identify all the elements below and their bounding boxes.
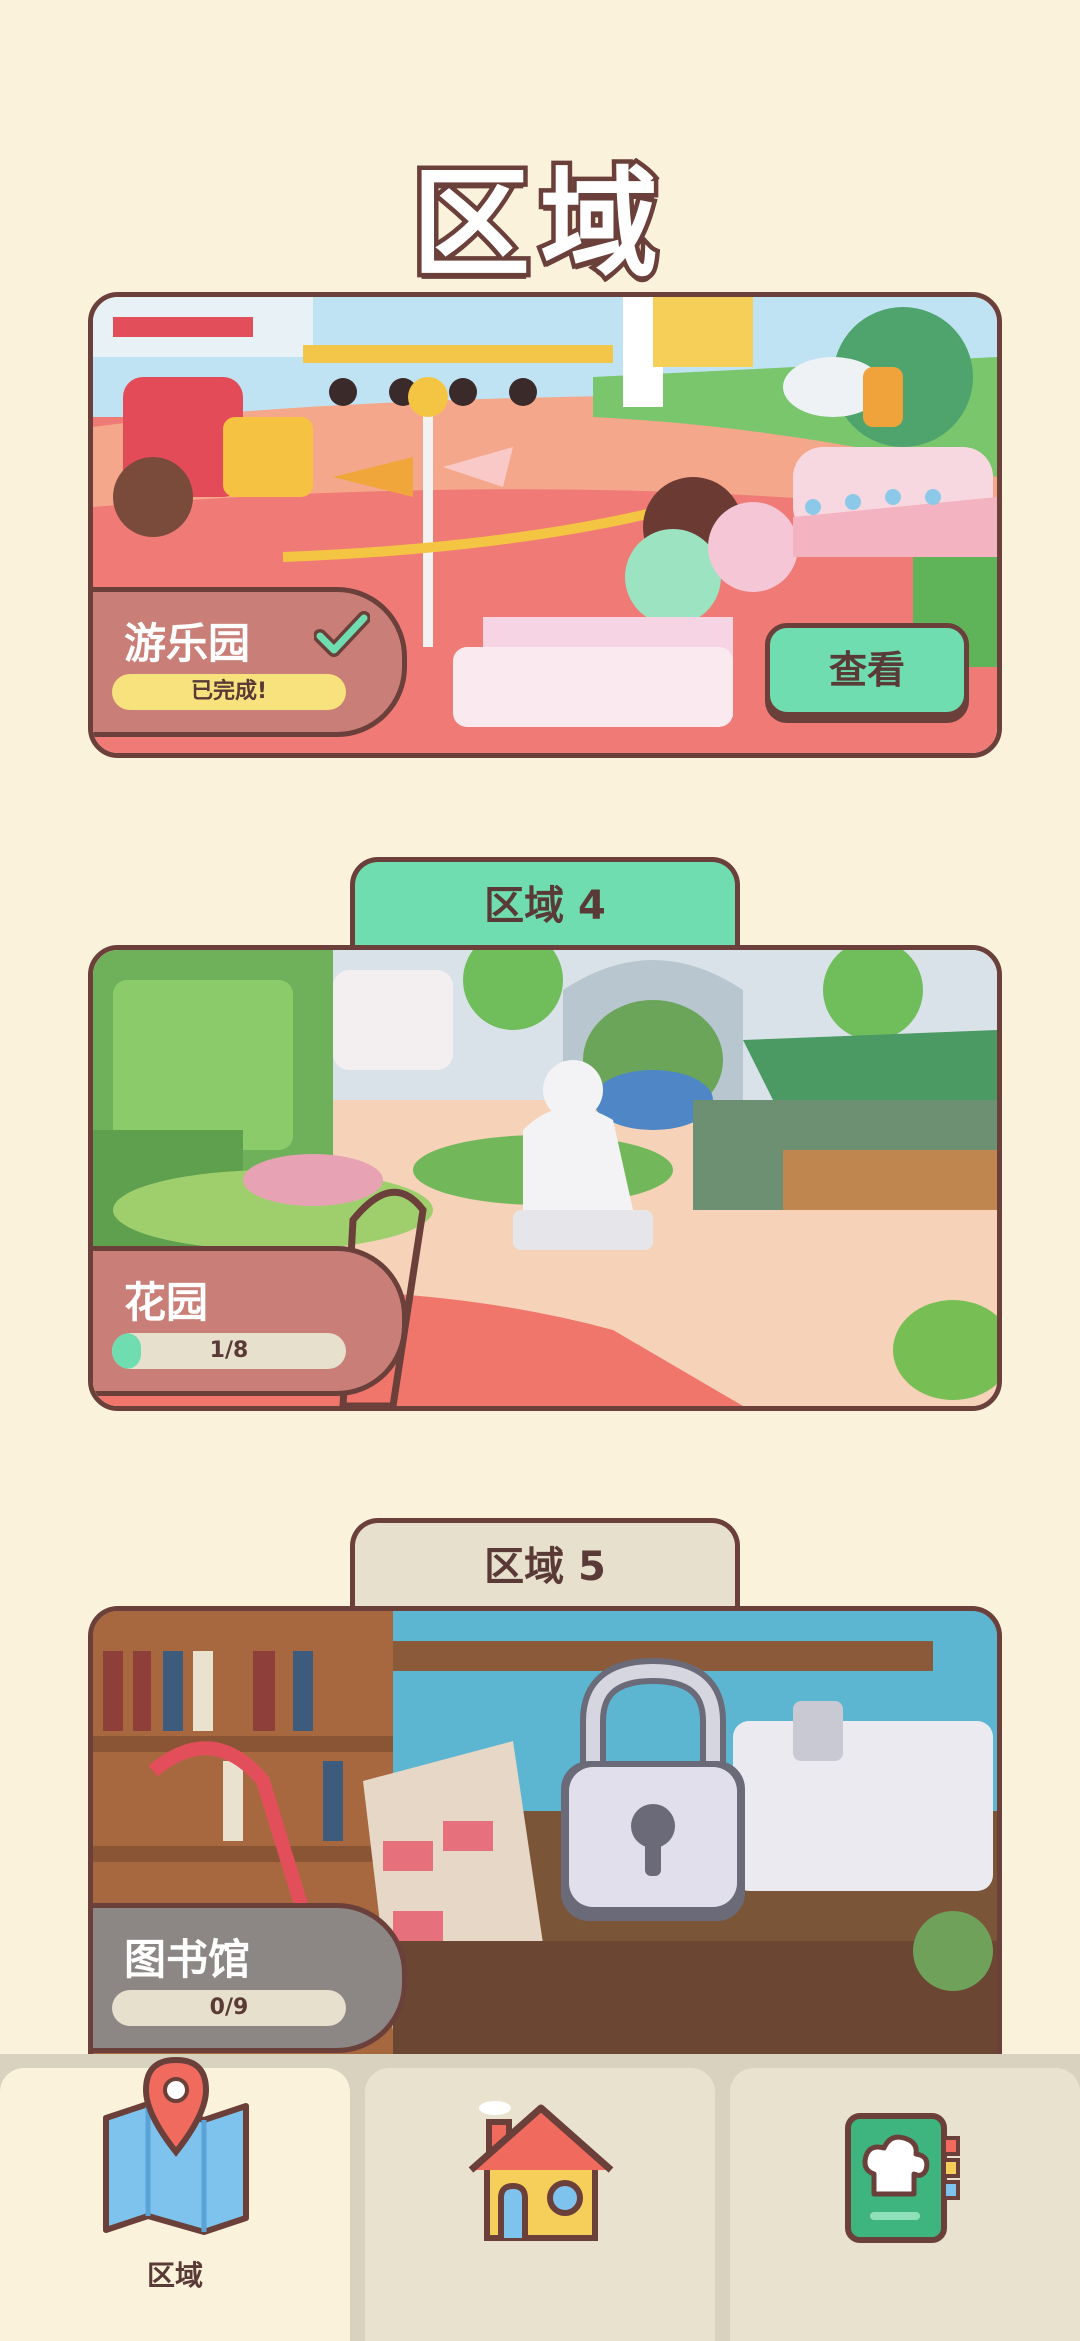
area-card-amusement-park[interactable]: 游乐园 已完成! 查看	[88, 292, 1002, 758]
page-title: 区域	[407, 151, 668, 298]
area-name: 花园	[124, 1278, 209, 1327]
tab-areas-label: 区域	[146, 2259, 203, 2292]
tab-recipes[interactable]	[730, 2068, 1080, 2341]
tab-home[interactable]	[365, 2068, 715, 2341]
area-card-library[interactable]: 图书馆 0/9	[88, 1606, 1002, 2059]
zone-tag-4: 区域 4	[350, 857, 740, 950]
completed-badge: 已完成!	[112, 674, 346, 710]
area-name: 游乐园	[124, 619, 251, 668]
progress-bar: 1/8	[112, 1333, 346, 1369]
view-button[interactable]: 查看	[765, 623, 969, 717]
area-label-panel: 游乐园 已完成!	[93, 587, 407, 737]
area-name: 图书馆	[124, 1935, 251, 1984]
bottom-navigation: 区域	[0, 2054, 1080, 2341]
progress-text: 1/8	[209, 1338, 249, 1363]
area-label-panel: 图书馆 0/9	[93, 1903, 407, 2053]
checkmark-icon	[314, 611, 370, 657]
area-label-panel: 花园 1/8	[93, 1246, 407, 1396]
completed-text: 已完成!	[190, 679, 268, 704]
zone-tag-5: 区域 5	[350, 1518, 740, 1611]
map-pin-icon	[103, 2056, 249, 2235]
recipe-book-icon	[845, 2113, 960, 2243]
progress-text: 0/9	[209, 1995, 249, 2020]
tab-areas[interactable]: 区域	[0, 2056, 350, 2341]
progress-bar-fill	[112, 1333, 142, 1369]
house-icon	[468, 2101, 614, 2241]
area-card-garden[interactable]: 花园 1/8	[88, 945, 1002, 1411]
progress-bar: 0/9	[112, 1990, 346, 2026]
